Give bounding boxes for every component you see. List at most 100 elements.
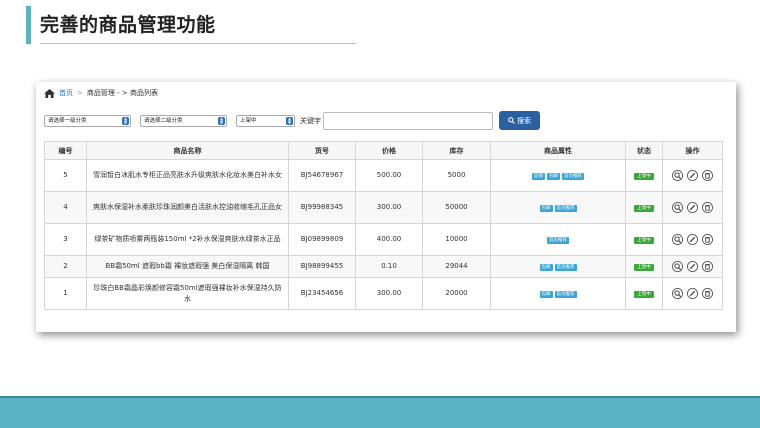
view-icon[interactable] [672, 234, 683, 245]
attribute-tag: 包邮 [547, 173, 560, 180]
cell-status: 上架中 [625, 255, 663, 278]
view-icon[interactable] [672, 261, 683, 272]
cell-attributes: 促销 包邮 首页推荐 [490, 159, 626, 192]
chevron-updown-icon: ▲ ▼ [122, 115, 129, 125]
status-badge: 上架中 [634, 205, 654, 212]
column-header-actions: 操作 [662, 141, 723, 160]
edit-icon[interactable] [687, 170, 698, 181]
table-row: 2 BB霜50ml 遮瑕bb霜 裸妆遮瑕强 美白保湿隔离 韩国 BJ98899455… [44, 255, 723, 278]
cell-status: 上架中 [625, 277, 663, 310]
cell-name: 爽肤水保湿补水柔肤珍珠润颜美白活肤水控油收缩毛孔正品女 [86, 191, 289, 224]
cell-id: 2 [44, 255, 87, 278]
table-row: 1 珍珠白BB霜晶彩焕颜修容霜50ml遮瑕强裸妆补水保湿持久防水 BJ2345465… [44, 277, 723, 310]
cell-price: 400.00 [355, 223, 423, 256]
column-header-id: 编号 [44, 141, 87, 160]
status-badge: 上架中 [634, 237, 654, 244]
status-select-value: 上架中 [240, 117, 257, 124]
cell-price: 300.00 [355, 191, 423, 224]
attribute-tag: 首页推荐 [554, 264, 577, 271]
edit-icon[interactable] [687, 261, 698, 272]
cell-id: 1 [44, 277, 87, 310]
breadcrumb-separator: > [77, 89, 83, 97]
cell-actions [662, 159, 723, 192]
category1-select[interactable]: 请选择一级分类 ▲ ▼ [44, 114, 131, 127]
cell-sku: BJ23454656 [288, 277, 356, 310]
product-list-panel: 首页 > 商品管理 - > 商品列表 请选择一级分类 ▲ ▼ 请选择二级分类 ▲ ▼… [36, 82, 736, 332]
status-badge: 上架中 [634, 173, 654, 180]
category1-select-value: 请选择一级分类 [48, 117, 87, 124]
cell-id: 3 [44, 223, 87, 256]
cell-name: 绿茶矿物质喷雾两瓶装150ml *2补水保湿爽肤水绿茶水正品 [86, 223, 289, 256]
filter-bar: 请选择一级分类 ▲ ▼ 请选择二级分类 ▲ ▼ 上架中 ▲ ▼ 关键字 搜索 [44, 111, 540, 130]
attribute-tag: 包邮 [539, 205, 553, 212]
cell-actions [662, 277, 723, 310]
column-header-price: 价格 [355, 141, 423, 160]
cell-actions [662, 255, 723, 278]
cell-actions [662, 191, 723, 224]
delete-icon[interactable] [702, 202, 713, 213]
cell-sku: BJ98899455 [288, 255, 356, 278]
keyword-label: 关键字 [300, 116, 321, 125]
cell-attributes: 包邮 首页推荐 [490, 277, 626, 310]
breadcrumb: 首页 > 商品管理 - > 商品列表 [44, 88, 158, 98]
cell-stock: 50000 [422, 191, 491, 224]
edit-icon[interactable] [687, 234, 698, 245]
cell-stock: 29044 [422, 255, 491, 278]
cell-status: 上架中 [625, 159, 663, 192]
status-badge: 上架中 [634, 264, 654, 271]
category2-select-value: 请选择二级分类 [144, 117, 183, 124]
search-button-label: 搜索 [517, 116, 531, 125]
slide-title: 完善的商品管理功能 [40, 14, 216, 36]
edit-icon[interactable] [687, 202, 698, 213]
cell-attributes: 包邮 首页推荐 [490, 191, 626, 224]
cell-sku: BJ09899809 [288, 223, 356, 256]
cell-attributes: 包邮 首页推荐 [490, 255, 626, 278]
breadcrumb-current: 商品管理 - > 商品列表 [86, 89, 158, 97]
column-header-attributes: 商品属性 [490, 141, 626, 160]
category2-select[interactable]: 请选择二级分类 ▲ ▼ [140, 114, 227, 127]
cell-price: 500.00 [355, 159, 423, 192]
attribute-tag: 首页推荐 [554, 291, 577, 298]
search-icon [508, 117, 515, 124]
column-header-stock: 库存 [422, 141, 491, 160]
cell-price: 300.00 [355, 277, 423, 310]
attribute-tag: 包邮 [539, 264, 553, 271]
chevron-updown-icon: ▲ ▼ [218, 115, 225, 125]
cell-name: 雪润皙白冰肌水专柜正品亮肤水升级爽肤水化妆水美白补水女 [86, 159, 289, 192]
cell-price: 0.10 [355, 255, 423, 278]
title-divider [40, 43, 356, 44]
chevron-updown-icon: ▲ ▼ [286, 115, 293, 125]
table-header-row: 编号 商品名称 货号 价格 库存 商品属性 状态 操作 [44, 141, 723, 160]
edit-icon[interactable] [687, 288, 698, 299]
status-badge: 上架中 [634, 291, 654, 298]
column-header-name: 商品名称 [86, 141, 289, 160]
cell-stock: 10000 [422, 223, 491, 256]
cell-sku: BJ99988345 [288, 191, 356, 224]
delete-icon[interactable] [702, 288, 713, 299]
title-accent-bar [26, 6, 31, 44]
table-row: 3 绿茶矿物质喷雾两瓶装150ml *2补水保湿爽肤水绿茶水正品 BJ0989980… [44, 223, 723, 256]
column-header-sku: 货号 [288, 141, 356, 160]
delete-icon[interactable] [702, 170, 713, 181]
table-row: 5 雪润皙白冰肌水专柜正品亮肤水升级爽肤水化妆水美白补水女 BJ54678967 50… [44, 159, 723, 192]
status-select[interactable]: 上架中 ▲ ▼ [236, 114, 295, 127]
view-icon[interactable] [672, 170, 683, 181]
attribute-tag: 促销 [532, 173, 545, 180]
keyword-input[interactable] [323, 111, 493, 130]
delete-icon[interactable] [702, 261, 713, 272]
cell-stock: 20000 [422, 277, 491, 310]
search-button[interactable]: 搜索 [499, 111, 540, 130]
attribute-tag: 首页推荐 [547, 237, 569, 244]
home-icon[interactable] [44, 88, 55, 98]
attribute-tag: 包邮 [539, 291, 553, 298]
view-icon[interactable] [672, 288, 683, 299]
attribute-tag: 首页推荐 [554, 205, 577, 212]
cell-name: BB霜50ml 遮瑕bb霜 裸妆遮瑕强 美白保湿隔离 韩国 [86, 255, 289, 278]
column-header-status: 状态 [625, 141, 663, 160]
delete-icon[interactable] [702, 234, 713, 245]
view-icon[interactable] [672, 202, 683, 213]
cell-stock: 5000 [422, 159, 491, 192]
cell-status: 上架中 [625, 223, 663, 256]
breadcrumb-home-link[interactable]: 首页 [59, 88, 73, 98]
cell-actions [662, 223, 723, 256]
